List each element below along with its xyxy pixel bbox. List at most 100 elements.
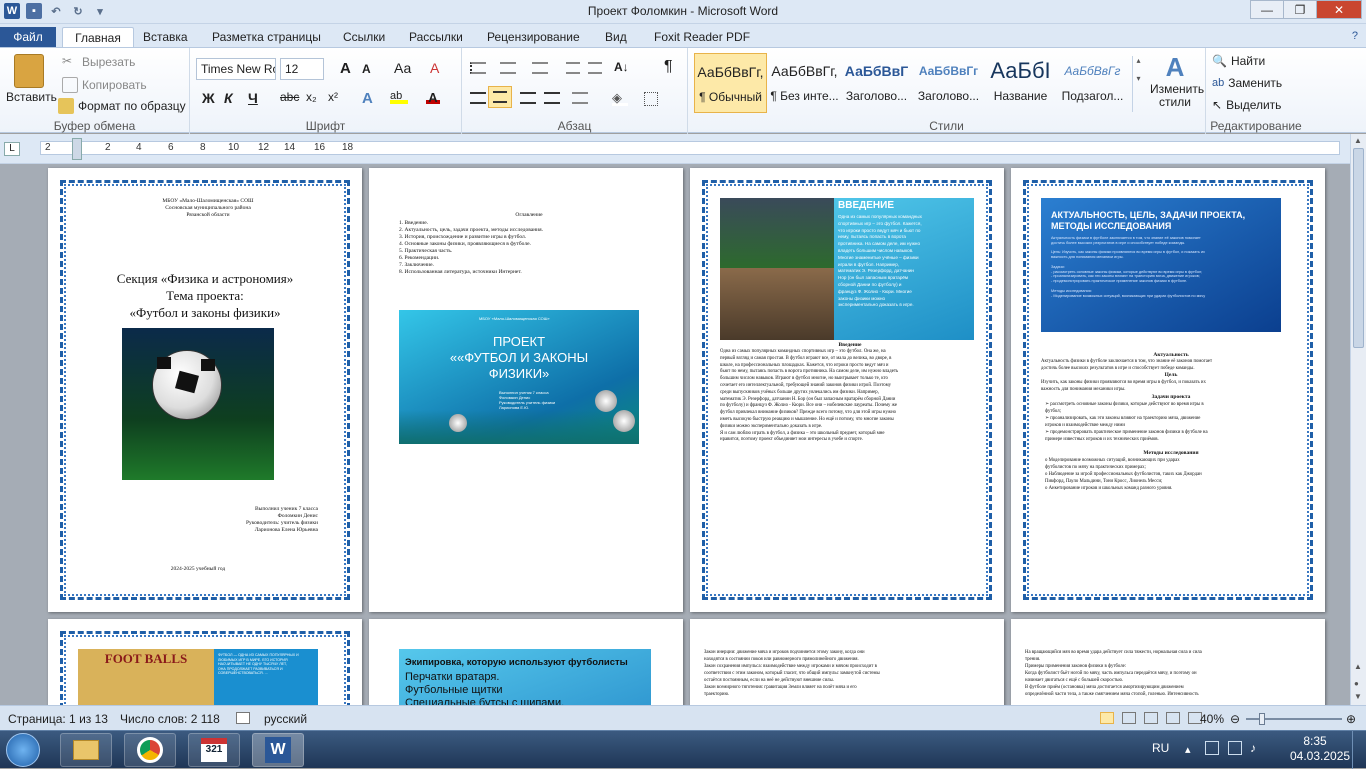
superscript-button[interactable]: x² bbox=[328, 90, 338, 104]
close-button[interactable]: ✕ bbox=[1316, 0, 1362, 19]
style-heading-1[interactable]: АаБбВвГ Заголово... bbox=[840, 53, 913, 113]
show-desktop-button[interactable] bbox=[1352, 731, 1366, 769]
change-styles-button[interactable]: A Изменить стили bbox=[1150, 52, 1204, 109]
justify-icon[interactable] bbox=[544, 92, 560, 104]
align-right-icon[interactable] bbox=[520, 92, 536, 104]
text-effects-icon[interactable]: A bbox=[362, 90, 380, 108]
page-8[interactable]: На вращающийся мяч во время удара действ… bbox=[1011, 619, 1325, 705]
paste-button[interactable]: Вставить bbox=[6, 90, 57, 104]
web-layout-icon[interactable] bbox=[1144, 712, 1158, 724]
style-normal[interactable]: АаБбВвГг, ¶ Обычный bbox=[694, 53, 767, 113]
align-left-icon[interactable] bbox=[470, 92, 486, 104]
strikethrough-button[interactable]: abc bbox=[280, 90, 299, 104]
line-spacing-icon[interactable] bbox=[572, 92, 588, 104]
tray-arrow-icon[interactable]: ▴ bbox=[1185, 743, 1191, 756]
shading-icon[interactable]: ◈ bbox=[612, 90, 628, 106]
style-heading-2[interactable]: АаБбВвГг Заголово... bbox=[912, 53, 985, 113]
page-7[interactable]: Закон инерции: движение мяча и игроков п… bbox=[690, 619, 1004, 705]
outline-icon[interactable] bbox=[1166, 712, 1180, 724]
full-screen-icon[interactable] bbox=[1122, 712, 1136, 724]
copy-button[interactable]: Копировать bbox=[62, 77, 147, 93]
scroll-next-page-icon[interactable]: ▼ bbox=[1354, 692, 1362, 701]
vertical-scrollbar[interactable]: ▲ ▲ ● ▼ bbox=[1350, 134, 1366, 705]
show-formatting-button[interactable]: ¶ bbox=[664, 58, 673, 76]
select-button[interactable]: ↖ Выделить bbox=[1212, 98, 1281, 112]
shrink-font-button[interactable]: A bbox=[362, 62, 371, 76]
taskbar-chrome[interactable] bbox=[124, 733, 176, 767]
paste-icon[interactable] bbox=[14, 54, 44, 88]
cut-button[interactable]: ✂ Вырезать bbox=[62, 54, 135, 70]
change-case-button[interactable]: Аа bbox=[394, 60, 411, 76]
tab-mailings[interactable]: Рассылки bbox=[409, 27, 463, 48]
scroll-thumb[interactable] bbox=[1353, 148, 1364, 348]
zoom-slider-thumb[interactable] bbox=[1259, 713, 1265, 725]
highlight-icon[interactable]: ab bbox=[390, 90, 408, 104]
style-subtitle[interactable]: АаБбВвГг Подзагол... bbox=[1056, 53, 1129, 113]
volume-icon[interactable]: ♪ bbox=[1250, 741, 1256, 755]
multilevel-list-icon[interactable] bbox=[532, 62, 548, 74]
start-button[interactable] bbox=[6, 733, 40, 767]
select-browse-icon[interactable]: ● bbox=[1354, 679, 1359, 688]
action-center-icon[interactable] bbox=[1228, 741, 1242, 755]
tab-file[interactable]: Файл bbox=[0, 27, 56, 48]
decrease-indent-icon[interactable] bbox=[566, 62, 580, 74]
tab-view[interactable]: Вид bbox=[605, 27, 627, 48]
font-color-icon[interactable]: A bbox=[426, 90, 440, 105]
underline-button[interactable]: Ч bbox=[248, 90, 258, 106]
taskbar-calendar[interactable]: 321 bbox=[188, 733, 240, 767]
zoom-out-icon[interactable]: ⊖ bbox=[1230, 712, 1240, 726]
tab-insert[interactable]: Вставка bbox=[143, 27, 188, 48]
indent-marker[interactable] bbox=[72, 138, 82, 160]
zoom-in-icon[interactable]: ⊕ bbox=[1346, 712, 1356, 726]
tab-selector-icon[interactable]: L bbox=[4, 142, 20, 156]
ball-icon bbox=[595, 390, 617, 412]
minimize-button[interactable]: — bbox=[1250, 0, 1284, 19]
tab-foxit[interactable]: Foxit Reader PDF bbox=[654, 27, 750, 48]
font-name-combo[interactable]: Times New Ro bbox=[196, 58, 276, 80]
style-no-spacing[interactable]: АаБбВвГг, ¶ Без инте... bbox=[768, 53, 841, 113]
replace-button[interactable]: ab Заменить bbox=[1212, 76, 1282, 90]
page-5[interactable]: FOOT BALLS ФУТБОЛ — ОДНА ИЗ САМЫХ ПОПУЛЯ… bbox=[48, 619, 362, 705]
grow-font-button[interactable]: A bbox=[340, 60, 351, 77]
sort-icon[interactable]: A↓ bbox=[614, 60, 629, 74]
input-language[interactable]: RU bbox=[1152, 741, 1169, 755]
styles-scroll-icon[interactable]: ▴ ▾ bbox=[1132, 56, 1144, 112]
clock[interactable]: 8:35 04.03.2025 bbox=[1290, 734, 1350, 764]
proofing-icon[interactable] bbox=[236, 712, 250, 724]
taskbar-word[interactable]: W bbox=[252, 733, 304, 767]
align-center-button[interactable] bbox=[488, 86, 512, 108]
find-button[interactable]: 🔍 Найти bbox=[1212, 54, 1265, 68]
page-6[interactable]: Экипировка, которую используют футболист… bbox=[369, 619, 683, 705]
numbering-icon[interactable] bbox=[500, 62, 516, 74]
language[interactable]: русский bbox=[264, 712, 307, 726]
tab-page-layout[interactable]: Разметка страницы bbox=[212, 27, 321, 48]
bold-button[interactable]: Ж bbox=[202, 90, 215, 106]
clear-format-button[interactable]: A bbox=[430, 60, 439, 76]
network-icon[interactable] bbox=[1205, 741, 1219, 755]
page-3[interactable]: ВВЕДЕНИЕ Одна из самых популярных команд… bbox=[690, 168, 1004, 612]
page-4[interactable]: АКТУАЛЬНОСТЬ, ЦЕЛЬ, ЗАДАЧИ ПРОЕКТА, МЕТО… bbox=[1011, 168, 1325, 612]
page-count[interactable]: Страница: 1 из 13 bbox=[8, 712, 108, 726]
italic-button[interactable]: К bbox=[224, 90, 233, 106]
taskbar-explorer[interactable] bbox=[60, 733, 112, 767]
document-area[interactable]: МБОУ «Мало-Шаломищенская» СОШ Сосновская… bbox=[0, 164, 1350, 705]
font-size-combo[interactable]: 12 bbox=[280, 58, 324, 80]
print-layout-icon[interactable] bbox=[1100, 712, 1114, 724]
bullets-icon[interactable] bbox=[470, 62, 486, 74]
maximize-button[interactable]: ❐ bbox=[1283, 0, 1317, 19]
page-2[interactable]: Оглавление 1. Введение. 2. Актуальность,… bbox=[369, 168, 683, 612]
tab-references[interactable]: Ссылки bbox=[343, 27, 385, 48]
page-1[interactable]: МБОУ «Мало-Шаломищенская» СОШ Сосновская… bbox=[48, 168, 362, 612]
help-icon[interactable]: ? bbox=[1352, 30, 1358, 42]
word-count[interactable]: Число слов: 2 118 bbox=[120, 712, 220, 726]
format-painter-button[interactable]: Формат по образцу bbox=[58, 98, 186, 114]
tab-review[interactable]: Рецензирование bbox=[487, 27, 580, 48]
subscript-button[interactable]: x₂ bbox=[306, 90, 317, 104]
increase-indent-icon[interactable] bbox=[588, 62, 602, 74]
scroll-up-icon[interactable]: ▲ bbox=[1354, 136, 1362, 145]
scroll-prev-page-icon[interactable]: ▲ bbox=[1354, 662, 1362, 671]
zoom-level[interactable]: 40% bbox=[1200, 712, 1224, 726]
tab-home[interactable]: Главная bbox=[62, 27, 134, 48]
style-title[interactable]: АаБбІ Название bbox=[984, 53, 1057, 113]
borders-icon[interactable] bbox=[644, 92, 658, 106]
